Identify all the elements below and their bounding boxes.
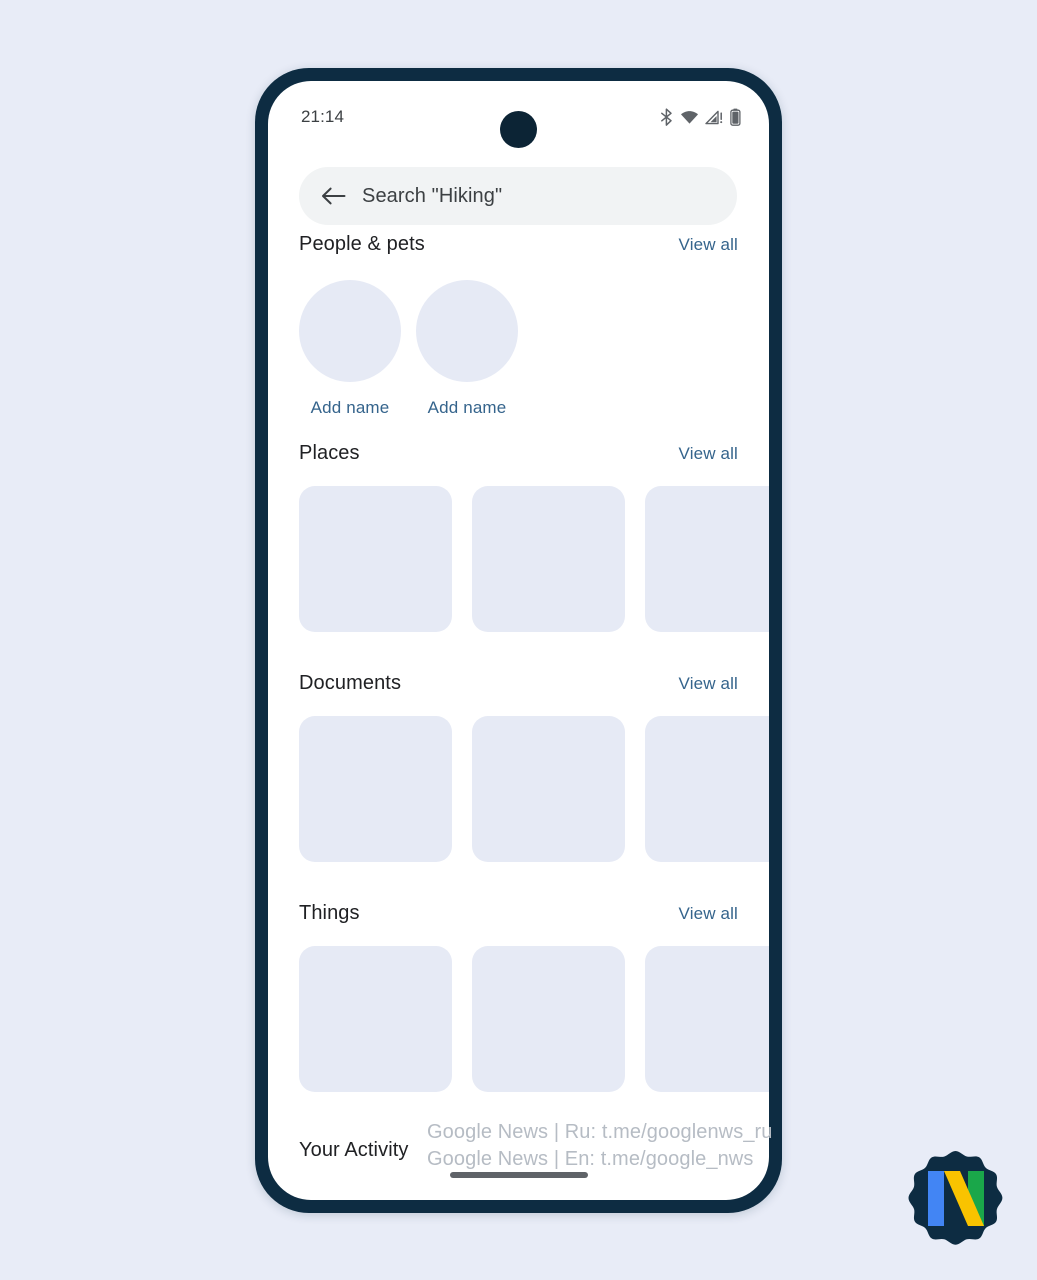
search-categories-content: People & pets View all Add name Add name [268, 233, 769, 1200]
logo-bar-blue [928, 1171, 944, 1226]
section-title-places: Places [299, 442, 360, 464]
person-chip[interactable]: Add name [416, 280, 518, 418]
view-all-people-link[interactable]: View all [679, 235, 738, 255]
section-title-documents: Documents [299, 672, 402, 694]
view-all-places-link[interactable]: View all [679, 444, 738, 464]
view-all-documents-link[interactable]: View all [679, 674, 738, 694]
cellular-signal-warning-icon [705, 110, 723, 124]
phone-screen: 21:14 Search "Hiking" People & pets View… [268, 81, 769, 1200]
home-gesture-indicator[interactable] [449, 1172, 588, 1178]
people-row: Add name Add name [268, 256, 769, 418]
section-things: Things View all [268, 902, 769, 1092]
place-tile[interactable] [645, 486, 769, 632]
search-input[interactable]: Search "Hiking" [362, 185, 502, 208]
badge-shape [908, 1151, 1003, 1245]
add-name-link[interactable]: Add name [416, 398, 518, 418]
view-all-things-link[interactable]: View all [679, 904, 738, 924]
section-places: Places View all [268, 442, 769, 632]
section-documents: Documents View all [268, 672, 769, 862]
place-tile[interactable] [299, 486, 452, 632]
section-header-things: Things View all [268, 902, 769, 925]
section-header-places: Places View all [268, 442, 769, 465]
person-chip[interactable]: Add name [299, 280, 401, 418]
search-bar[interactable]: Search "Hiking" [299, 167, 737, 225]
section-header-people: People & pets View all [268, 233, 769, 256]
places-tile-row [268, 465, 769, 632]
section-title-people: People & pets [299, 233, 425, 255]
section-people-and-pets: People & pets View all Add name Add name [268, 233, 769, 418]
avatar[interactable] [416, 280, 518, 382]
arrow-left-icon[interactable] [321, 186, 346, 206]
thing-tile[interactable] [472, 946, 625, 1092]
section-title-things: Things [299, 902, 360, 924]
google-news-badge-logo [908, 1151, 1003, 1245]
wifi-icon [681, 110, 698, 124]
document-tile[interactable] [472, 716, 625, 862]
document-tile[interactable] [645, 716, 769, 862]
place-tile[interactable] [472, 486, 625, 632]
section-header-documents: Documents View all [268, 672, 769, 695]
documents-tile-row [268, 695, 769, 862]
document-tile[interactable] [299, 716, 452, 862]
bluetooth-icon [661, 107, 672, 126]
thing-tile[interactable] [645, 946, 769, 1092]
status-bar-clock: 21:14 [301, 107, 345, 126]
add-name-link[interactable]: Add name [299, 398, 401, 418]
phone-device-frame: 21:14 Search "Hiking" People & pets View… [255, 68, 782, 1213]
avatar[interactable] [299, 280, 401, 382]
section-your-activity[interactable]: Your Activity [268, 1139, 769, 1162]
camera-punch-hole-icon [500, 111, 537, 148]
section-title-your-activity: Your Activity [299, 1139, 409, 1161]
status-bar-icons [659, 107, 741, 127]
battery-icon [730, 108, 741, 126]
things-tile-row [268, 925, 769, 1092]
thing-tile[interactable] [299, 946, 452, 1092]
